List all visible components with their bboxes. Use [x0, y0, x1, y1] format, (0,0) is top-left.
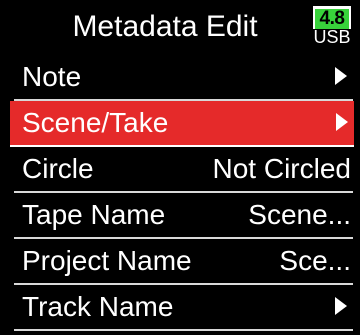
- menu-item-value: Scene...: [248, 199, 351, 230]
- battery-level: 4.8: [313, 6, 351, 29]
- metadata-menu: Note Scene/Take Circle Not Circled Tape …: [0, 55, 360, 331]
- menu-item-label: Circle: [22, 153, 94, 184]
- menu-item-label: Tape Name: [22, 199, 166, 230]
- header: Metadata Edit 4.8 USB: [0, 0, 360, 53]
- menu-item-note[interactable]: Note: [14, 55, 353, 101]
- menu-item-value: Sce...: [279, 245, 351, 276]
- power-source-label: USB: [313, 27, 351, 47]
- page-title: Metadata Edit: [72, 10, 258, 43]
- menu-item-label: Project Name: [22, 245, 192, 276]
- menu-item-track-name[interactable]: Track Name: [14, 285, 353, 331]
- menu-item-label: Track Name: [22, 291, 174, 322]
- menu-item-circle[interactable]: Circle Not Circled: [14, 147, 353, 193]
- menu-item-scene-take[interactable]: Scene/Take: [10, 101, 354, 147]
- menu-item-value: Not Circled: [212, 153, 351, 184]
- triangle-right-icon: [336, 113, 348, 131]
- menu-item-project-name[interactable]: Project Name Sce...: [14, 239, 353, 285]
- device-screen: Metadata Edit 4.8 USB Note Scene/Take Ci…: [0, 0, 360, 335]
- triangle-right-icon: [335, 67, 347, 85]
- triangle-right-icon: [335, 297, 347, 315]
- battery-indicator: 4.8 USB: [310, 6, 354, 46]
- menu-item-label: Scene/Take: [22, 107, 169, 138]
- menu-item-tape-name[interactable]: Tape Name Scene...: [14, 193, 353, 239]
- menu-item-label: Note: [22, 61, 82, 92]
